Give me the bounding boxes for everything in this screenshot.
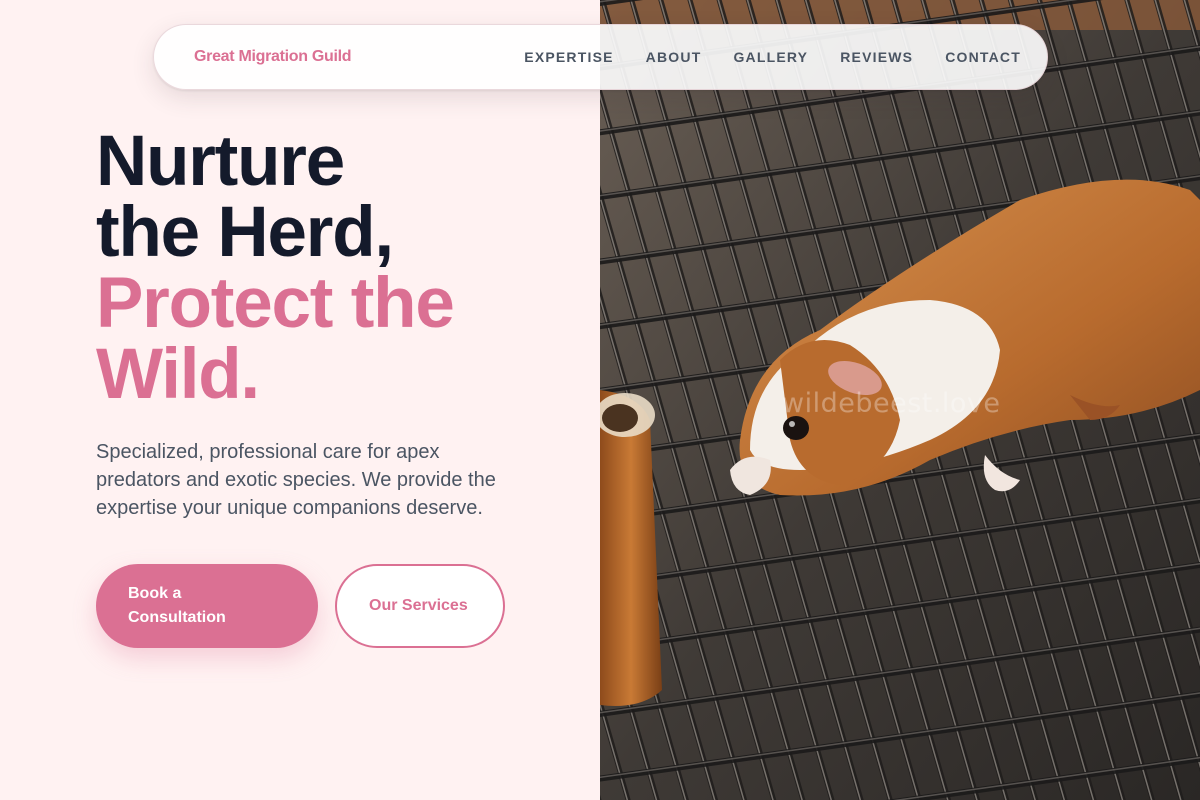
nav-link-gallery[interactable]: GALLERY bbox=[733, 49, 808, 65]
nav-link-about[interactable]: ABOUT bbox=[646, 49, 702, 65]
headline-line-4: Wild. bbox=[96, 335, 260, 414]
hero-photo: wildebeest.love bbox=[600, 0, 1200, 800]
nav-link-contact[interactable]: CONTACT bbox=[945, 49, 1021, 65]
hero-description: Specialized, professional care for apex … bbox=[96, 441, 496, 519]
hero-section: Nurture the Herd, Protect the Wild. Spec… bbox=[96, 126, 566, 648]
nav-link-expertise[interactable]: EXPERTISE bbox=[524, 49, 613, 65]
headline-line-3: Protect the bbox=[96, 264, 455, 343]
top-navigation: Great Migration Guild EXPERTISE ABOUT GA… bbox=[153, 24, 1048, 90]
headline-line-2: the Herd, bbox=[96, 193, 394, 272]
our-services-label: Our Services bbox=[369, 597, 468, 614]
watermark-text: wildebeest.love bbox=[782, 388, 1001, 419]
nav-links: EXPERTISE ABOUT GALLERY REVIEWS CONTACT bbox=[524, 49, 1021, 65]
hero-headline: Nurture the Herd, Protect the Wild. bbox=[96, 126, 566, 410]
book-consultation-label: Book a Consultation bbox=[128, 585, 226, 626]
landing-page: wildebeest.love Great Migration Guild EX… bbox=[0, 0, 1200, 800]
nav-link-reviews[interactable]: REVIEWS bbox=[840, 49, 913, 65]
book-consultation-button[interactable]: Book a Consultation bbox=[96, 564, 318, 648]
hero-actions: Book a Consultation Our Services bbox=[96, 564, 566, 648]
headline-line-1: Nurture bbox=[96, 122, 345, 201]
brand-logo[interactable]: Great Migration Guild bbox=[194, 48, 352, 66]
our-services-button[interactable]: Our Services bbox=[335, 564, 505, 648]
